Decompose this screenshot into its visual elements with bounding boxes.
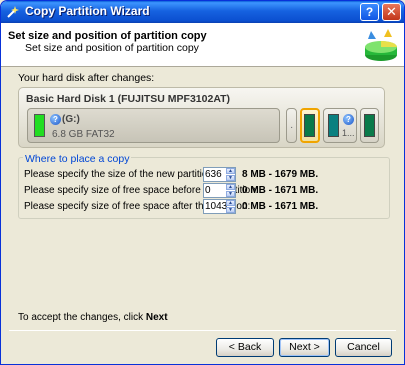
disk-section-label: Your hard disk after changes: [18, 72, 155, 84]
footer-hint: To accept the changes, click Next [18, 312, 168, 323]
partition-copy-selected[interactable] [300, 108, 320, 143]
placement-group-title: Where to place a copy [23, 153, 132, 165]
help-button[interactable]: ? [360, 3, 379, 21]
after-input[interactable] [204, 200, 227, 213]
spin-up-icon[interactable]: ▲ [226, 168, 235, 174]
footer-divider [9, 330, 396, 331]
partition-color-swatch [34, 114, 45, 137]
spin-down-icon[interactable]: ▼ [226, 191, 235, 197]
disk-map: Basic Hard Disk 1 (FUJITSU MPF3102AT) ? … [18, 87, 385, 148]
before-range: 0 MB - 1671 MB. [242, 185, 319, 196]
footer-hint-text: To accept the changes, click [18, 312, 146, 323]
partition-info: 6.8 GB FAT32 [52, 129, 115, 140]
partition-name: (G:) [62, 114, 80, 125]
window-title: Copy Partition Wizard [25, 4, 150, 18]
size-stepper[interactable]: ▲ ▼ [203, 167, 236, 182]
page-subtitle: Set size and position of partition copy [25, 42, 199, 54]
close-button[interactable]: ✕ [382, 3, 401, 21]
before-stepper[interactable]: ▲ ▼ [203, 183, 236, 198]
spin-up-icon[interactable]: ▲ [226, 200, 235, 206]
partition-4[interactable]: ? 1... [323, 108, 357, 143]
after-stepper[interactable]: ▲ ▼ [203, 199, 236, 214]
back-button[interactable]: < Back [216, 338, 274, 357]
size-range: 8 MB - 1679 MB. [242, 169, 319, 180]
spin-down-icon[interactable]: ▼ [226, 207, 235, 213]
wizard-window: Copy Partition Wizard ? ✕ Set size and p… [0, 0, 405, 365]
size-label: Please specify the size of the new parti… [24, 169, 216, 180]
partition-gap[interactable]: · [286, 108, 297, 143]
question-icon: ? [343, 114, 354, 125]
size-input[interactable] [204, 168, 227, 181]
question-icon: ? [50, 114, 61, 125]
partition-g[interactable]: ? (G:) 6.8 GB FAT32 [27, 108, 280, 143]
footer-hint-next: Next [145, 312, 168, 323]
partition-color-swatch [364, 114, 375, 137]
wizard-header: Set size and position of partition copy … [1, 23, 404, 67]
spin-down-icon[interactable]: ▼ [226, 175, 235, 181]
cancel-button[interactable]: Cancel [335, 338, 392, 357]
partition-color-swatch [328, 114, 339, 137]
page-title: Set size and position of partition copy [8, 30, 207, 42]
partition-logo-icon [365, 29, 397, 61]
partition-5[interactable] [360, 108, 379, 143]
partition-color-swatch [304, 114, 315, 137]
next-button[interactable]: Next > [279, 338, 330, 357]
title-bar[interactable]: Copy Partition Wizard ? ✕ [1, 1, 404, 23]
spin-up-icon[interactable]: ▲ [226, 184, 235, 190]
partition-info: 1... [342, 128, 355, 138]
after-range: 0 MB - 1671 MB. [242, 201, 319, 212]
before-input[interactable] [204, 184, 227, 197]
partition-gap-label: · [290, 122, 294, 133]
wizard-app-icon [7, 6, 19, 18]
disk-title: Basic Hard Disk 1 (FUJITSU MPF3102AT) [26, 93, 231, 105]
